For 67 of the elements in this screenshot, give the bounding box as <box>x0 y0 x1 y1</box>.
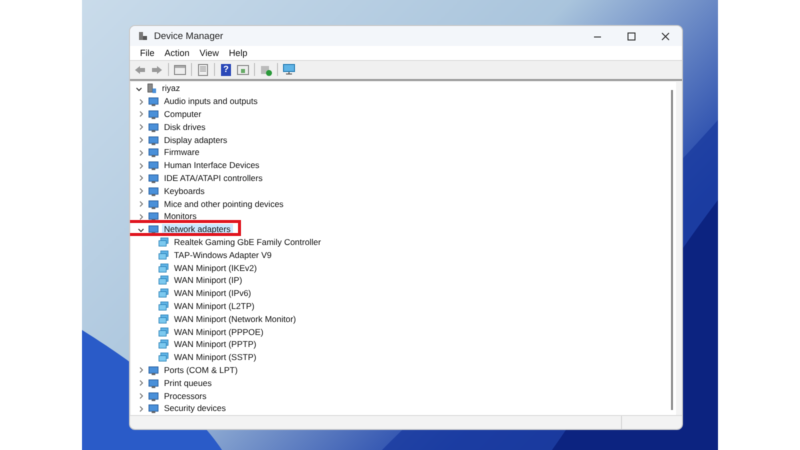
window-icon[interactable] <box>173 62 187 77</box>
chevron-icon[interactable] <box>135 84 143 93</box>
tree-item[interactable]: WAN Miniport (IP) <box>172 275 244 286</box>
network-monitor-icon <box>158 288 169 300</box>
properties-icon[interactable] <box>196 62 210 77</box>
device-icon <box>148 390 159 402</box>
tree-item[interactable]: Security devices <box>162 403 228 414</box>
menu-item[interactable]: Help <box>224 47 252 60</box>
window-icon[interactable] <box>236 62 250 77</box>
tree-item[interactable]: Display adapters <box>162 134 230 146</box>
device-icon <box>148 172 159 184</box>
tree-item[interactable]: WAN Miniport (IPv6) <box>172 288 254 300</box>
network-monitor-icon <box>158 314 169 325</box>
tree-item[interactable]: Human Interface Devices <box>162 160 262 172</box>
network-monitor-icon <box>158 339 169 350</box>
chevron-icon[interactable] <box>137 226 145 234</box>
menu-item[interactable]: File <box>136 47 159 60</box>
menu-item[interactable]: View <box>196 47 223 60</box>
device-icon <box>148 160 159 172</box>
network-monitor-icon <box>158 250 169 261</box>
network-monitor-icon <box>158 275 169 286</box>
tree-item[interactable]: Processors <box>162 390 209 402</box>
tree-item[interactable]: WAN Miniport (PPPOE) <box>172 326 266 338</box>
network-monitor-icon <box>158 300 169 312</box>
device-icon <box>148 147 159 158</box>
tree-item[interactable]: riyaz <box>160 83 182 94</box>
device-icon <box>148 186 159 197</box>
device-icon <box>148 122 159 133</box>
tree-item[interactable]: TAP-Windows Adapter V9 <box>172 250 274 261</box>
tree-item[interactable]: WAN Miniport (SSTP) <box>172 352 258 364</box>
scrollbar[interactable] <box>671 90 673 410</box>
device-icon <box>148 211 159 222</box>
device-icon <box>148 378 159 389</box>
device-icon <box>148 224 159 236</box>
device-icon <box>148 108 159 120</box>
device-icon <box>148 96 159 108</box>
computer-icon <box>146 83 157 94</box>
tree-item[interactable]: Firmware <box>162 147 202 158</box>
tree-item[interactable]: Keyboards <box>162 186 207 197</box>
network-monitor-icon <box>158 236 169 248</box>
network-monitor-icon <box>158 326 169 338</box>
device-icon <box>148 134 159 146</box>
tree-item[interactable]: WAN Miniport (PPTP) <box>172 339 258 350</box>
tree-item[interactable]: IDE ATA/ATAPI controllers <box>162 172 265 184</box>
network-monitor-icon <box>158 352 169 364</box>
help-button[interactable]: ? <box>219 62 233 77</box>
tree-item[interactable]: WAN Miniport (L2TP) <box>172 300 256 312</box>
menu-item[interactable]: Action <box>160 47 194 60</box>
tree-item[interactable]: Mice and other pointing devices <box>162 198 286 210</box>
device-icon <box>148 198 159 210</box>
tree-item[interactable]: Ports (COM & LPT) <box>162 364 240 376</box>
app-icon <box>138 31 148 41</box>
tree-item[interactable]: Print queues <box>162 378 214 389</box>
tree-item[interactable]: Audio inputs and outputs <box>162 96 260 108</box>
tree-item[interactable]: Disk drives <box>162 122 208 133</box>
tree-item[interactable]: Monitors <box>162 211 199 222</box>
device-icon <box>148 403 159 414</box>
tree-item[interactable]: Computer <box>162 108 204 120</box>
close-icon <box>660 32 670 40</box>
network-monitor-icon <box>158 262 169 274</box>
tree-item[interactable]: Realtek Gaming GbE Family Controller <box>172 236 323 248</box>
device-icon <box>148 364 159 376</box>
tree-item[interactable]: WAN Miniport (Network Monitor) <box>172 314 298 325</box>
window-title: Device Manager <box>154 30 224 42</box>
maximize-icon <box>626 32 636 40</box>
monitor-icon[interactable] <box>282 62 296 77</box>
tree-item[interactable]: WAN Miniport (IKEv2) <box>172 262 259 274</box>
